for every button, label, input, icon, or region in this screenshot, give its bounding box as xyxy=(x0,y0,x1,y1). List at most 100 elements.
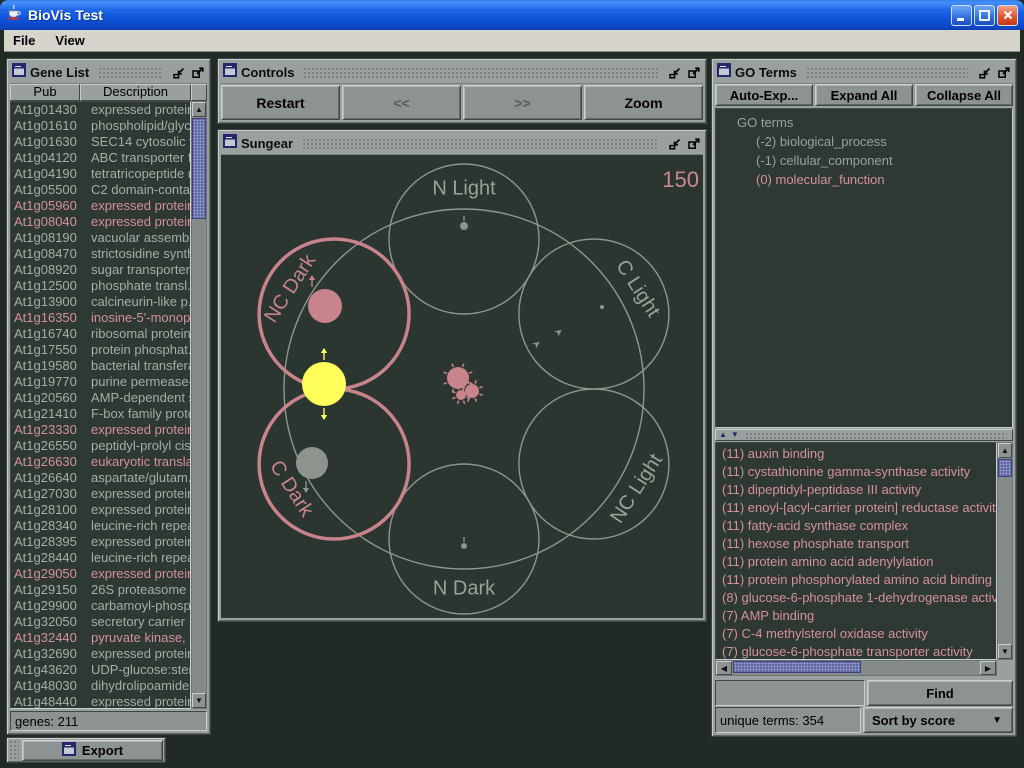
table-row[interactable]: At1g28100expressed protein... xyxy=(11,502,190,518)
table-row[interactable]: At1g08040expressed protein... xyxy=(11,214,190,230)
sungear-vessel-dot[interactable] xyxy=(600,305,604,309)
frame-minimize-icon[interactable] xyxy=(171,65,186,80)
scroll-down-button[interactable]: ▼ xyxy=(998,644,1012,659)
toolbar-grip[interactable] xyxy=(9,740,19,760)
sungear-vessel[interactable] xyxy=(296,447,328,479)
go-terms-titlebar[interactable]: GO Terms xyxy=(715,62,1013,84)
scrollbar-thumb[interactable] xyxy=(192,118,206,219)
restart-button[interactable]: Restart xyxy=(221,85,340,120)
sungear-vessel-gear[interactable] xyxy=(456,390,466,400)
table-row[interactable]: At1g08190vacuolar assembl... xyxy=(11,230,190,246)
sort-dropdown[interactable]: Sort by score ▼ xyxy=(863,707,1013,733)
zoom-button[interactable]: Zoom xyxy=(584,85,703,120)
sungear-anchor-label[interactable]: C Light xyxy=(611,256,664,321)
table-row[interactable]: At1g04190tetratricopeptide r... xyxy=(11,166,190,182)
table-row[interactable]: At1g43620UDP-glucose:ster... xyxy=(11,662,190,678)
sungear-anchor-label[interactable]: NC Light xyxy=(606,450,667,528)
go-list-horizontal-scrollbar[interactable]: ◀ ▶ xyxy=(715,660,997,676)
table-row[interactable]: At1g21410F-box family protei... xyxy=(11,406,190,422)
scroll-right-button[interactable]: ▶ xyxy=(980,661,996,675)
table-row[interactable]: At1g26640aspartate/glutam... xyxy=(11,470,190,486)
export-button[interactable]: Export xyxy=(22,740,163,761)
table-row[interactable]: At1g12500phosphate transl... xyxy=(11,278,190,294)
sungear-canvas-svg[interactable]: N LightC LightNC LightN DarkC DarkNC Dar… xyxy=(221,155,703,618)
go-term-item[interactable]: (11) fatty-acid synthase complex xyxy=(716,517,996,535)
table-row[interactable]: At1g27030expressed protein... xyxy=(11,486,190,502)
go-term-item[interactable]: (11) dipeptidyl-peptidase III activity xyxy=(716,481,996,499)
table-row[interactable]: At1g19770purine permease-... xyxy=(11,374,190,390)
split-collapse-up-icon[interactable]: ▲ xyxy=(719,431,727,439)
table-row[interactable]: At1g32690expressed protein... xyxy=(11,646,190,662)
table-row[interactable]: At1g28340leucine-rich repea... xyxy=(11,518,190,534)
go-list-vertical-scrollbar[interactable]: ▲ ▼ xyxy=(997,442,1013,660)
find-button[interactable]: Find xyxy=(867,680,1013,706)
frame-minimize-icon[interactable] xyxy=(977,65,992,80)
sungear-vessel[interactable] xyxy=(308,289,342,323)
table-row[interactable]: At1g04120ABC transporter f... xyxy=(11,150,190,166)
tree-node[interactable]: (-1) cellular_component xyxy=(716,151,1012,170)
table-row[interactable]: At1g01610phospholipid/glyc... xyxy=(11,118,190,134)
go-term-item[interactable]: (11) auxin binding xyxy=(716,445,996,463)
gene-list-vertical-scrollbar[interactable]: ▲ ▼ xyxy=(191,101,207,709)
table-row[interactable]: At1g23330expressed protein... xyxy=(11,422,190,438)
expand-all-button[interactable]: Expand All xyxy=(815,84,913,106)
table-row[interactable]: At1g08920sugar transporter,... xyxy=(11,262,190,278)
frame-maximize-icon[interactable] xyxy=(996,65,1011,80)
scroll-left-button[interactable]: ◀ xyxy=(716,661,732,675)
sungear-vessel-dart[interactable] xyxy=(532,339,542,349)
go-term-item[interactable]: (11) cystathionine gamma-synthase activi… xyxy=(716,463,996,481)
table-row[interactable]: At1g28395expressed protein... xyxy=(11,534,190,550)
table-row[interactable]: At1g29050expressed protein... xyxy=(11,566,190,582)
scrollbar-thumb[interactable] xyxy=(998,459,1012,477)
window-maximize-button[interactable] xyxy=(974,5,995,26)
menu-file[interactable]: File xyxy=(13,33,35,48)
tree-node-root[interactable]: GO terms xyxy=(716,113,1012,132)
sungear-vessel-dot[interactable] xyxy=(460,222,468,230)
column-header-description[interactable]: Description xyxy=(80,84,191,101)
sungear-anchor-label[interactable]: N Dark xyxy=(433,577,496,599)
tree-node[interactable]: (0) molecular_function xyxy=(716,170,1012,189)
table-row[interactable]: At1g01430expressed protein... xyxy=(11,102,190,118)
scrollbar-thumb[interactable] xyxy=(733,661,861,673)
table-row[interactable]: At1g20560AMP-dependent s... xyxy=(11,390,190,406)
window-close-button[interactable] xyxy=(997,5,1018,26)
frame-maximize-icon[interactable] xyxy=(686,136,701,151)
table-row[interactable]: At1g32440pyruvate kinase, p... xyxy=(11,630,190,646)
table-row[interactable]: At1g26550peptidyl-prolyl cis-... xyxy=(11,438,190,454)
table-row[interactable]: At1g05500C2 domain-contai... xyxy=(11,182,190,198)
table-row[interactable]: At1g13900calcineurin-like p... xyxy=(11,294,190,310)
scrollbar-track[interactable] xyxy=(192,117,206,693)
sungear-vessel-dart[interactable] xyxy=(554,327,564,337)
go-term-item[interactable]: (7) glucose-6-phosphate transporter acti… xyxy=(716,643,996,660)
scroll-down-button[interactable]: ▼ xyxy=(192,693,206,708)
column-header-pub[interactable]: Pub xyxy=(10,84,80,101)
frame-minimize-icon[interactable] xyxy=(667,65,682,80)
table-row[interactable]: At1g05960expressed protein... xyxy=(11,198,190,214)
frame-minimize-icon[interactable] xyxy=(667,136,682,151)
table-row[interactable]: At1g48030dihydrolipoamide ... xyxy=(11,678,190,694)
frame-maximize-icon[interactable] xyxy=(686,65,701,80)
table-row[interactable]: At1g48440expressed protein... xyxy=(11,694,190,709)
table-row[interactable]: At1g32050secretory carrier ... xyxy=(11,614,190,630)
splitpane-divider[interactable]: ▲ ▼ xyxy=(715,429,1013,441)
collapse-all-button[interactable]: Collapse All xyxy=(915,84,1013,106)
scroll-up-button[interactable]: ▲ xyxy=(998,443,1012,458)
scroll-up-button[interactable]: ▲ xyxy=(192,102,206,117)
table-row[interactable]: At1g28440leucine-rich repea... xyxy=(11,550,190,566)
table-row[interactable]: At1g29900carbamoyl-phosp... xyxy=(11,598,190,614)
go-term-item[interactable]: (11) hexose phosphate transport xyxy=(716,535,996,553)
table-row[interactable]: At1g16350inosine-5'-monop... xyxy=(11,310,190,326)
sungear-anchor-label[interactable]: N Light xyxy=(432,177,496,199)
table-row[interactable]: At1g17550protein phosphat... xyxy=(11,342,190,358)
scrollbar-track[interactable] xyxy=(998,458,1012,644)
table-row[interactable]: At1g2915026S proteasome r... xyxy=(11,582,190,598)
table-row[interactable]: At1g08470strictosidine synth... xyxy=(11,246,190,262)
menu-view[interactable]: View xyxy=(55,33,84,48)
find-input[interactable] xyxy=(715,680,865,706)
table-row[interactable]: At1g26630eukaryotic translat... xyxy=(11,454,190,470)
go-term-item[interactable]: (7) AMP binding xyxy=(716,607,996,625)
frame-maximize-icon[interactable] xyxy=(190,65,205,80)
go-term-item[interactable]: (8) glucose-6-phosphate 1-dehydrogenase … xyxy=(716,589,996,607)
go-term-item[interactable]: (7) C-4 methylsterol oxidase activity xyxy=(716,625,996,643)
sungear-canvas[interactable]: N LightC LightNC LightN DarkC DarkNC Dar… xyxy=(221,155,703,618)
